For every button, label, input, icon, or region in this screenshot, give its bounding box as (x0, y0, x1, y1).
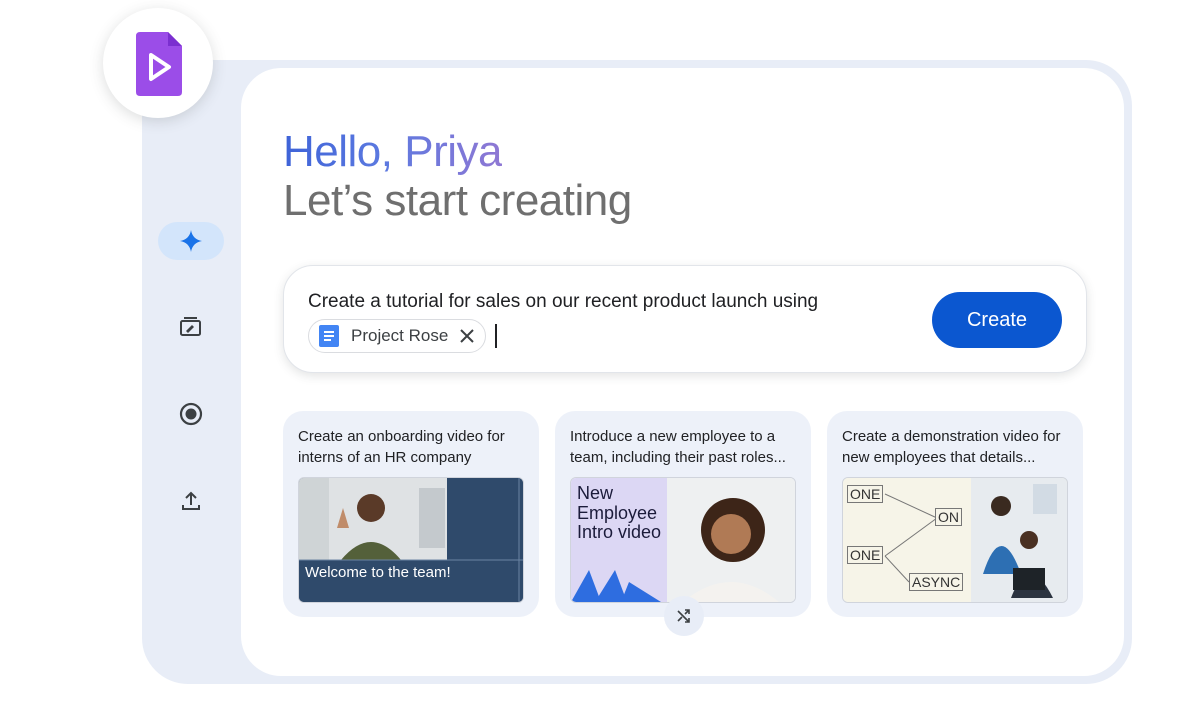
greeting-hello: Hello, Priya (283, 127, 502, 176)
rail-upload-button[interactable] (158, 482, 224, 520)
attachment-chip-label: Project Rose (351, 326, 449, 345)
sparkle-icon (180, 230, 202, 252)
google-vids-icon (136, 32, 182, 96)
greeting-subtitle: Let’s start creating (283, 176, 632, 225)
rail-media-button[interactable] (158, 307, 224, 345)
close-icon[interactable] (457, 326, 477, 346)
diagram-label-on: ON (935, 508, 962, 526)
record-icon (179, 402, 203, 426)
rail-record-button[interactable] (158, 395, 224, 433)
suggestion-card-onboarding[interactable]: Create an onboarding video for interns o… (283, 411, 539, 617)
suggestion-card-demo[interactable]: Create a demonstration video for new emp… (827, 411, 1083, 617)
suggestion-card-text: Create a demonstration video for new emp… (842, 428, 1061, 466)
create-button[interactable]: Create (932, 292, 1062, 348)
media-edit-icon (180, 317, 201, 336)
intro-title: New Employee Intro video (577, 483, 662, 542)
onboarding-thumbnail: Welcome to the team! (298, 477, 524, 603)
welcome-photo-image (299, 478, 523, 602)
shuffle-button[interactable] (664, 596, 704, 636)
diagram-label-one-b: ONE (847, 546, 884, 564)
diagram-label-async: ASYNC (909, 573, 964, 591)
demo-thumbnail: ONE ON ONE ASYNC (842, 477, 1068, 603)
upload-icon (182, 491, 200, 510)
suggestion-card-text: Create an onboarding video for interns o… (298, 428, 505, 466)
shuffle-icon (677, 609, 690, 623)
prompt-input-box[interactable]: Create a tutorial for sales on our recen… (283, 265, 1087, 373)
attachment-chip[interactable]: Project Rose (308, 319, 486, 353)
suggestion-card-intro[interactable]: Introduce a new employee to a team, incl… (555, 411, 811, 617)
google-docs-icon (319, 325, 339, 347)
text-caret (495, 324, 497, 348)
rail-create-button[interactable] (158, 222, 224, 260)
intro-thumbnail: New Employee Intro video (570, 477, 796, 603)
suggestion-card-text: Introduce a new employee to a team, incl… (570, 428, 786, 466)
welcome-caption: Welcome to the team! (305, 564, 451, 581)
prompt-text[interactable]: Create a tutorial for sales on our recen… (308, 291, 818, 313)
diagram-label-one-a: ONE (847, 485, 884, 503)
app-logo-badge (103, 8, 213, 118)
